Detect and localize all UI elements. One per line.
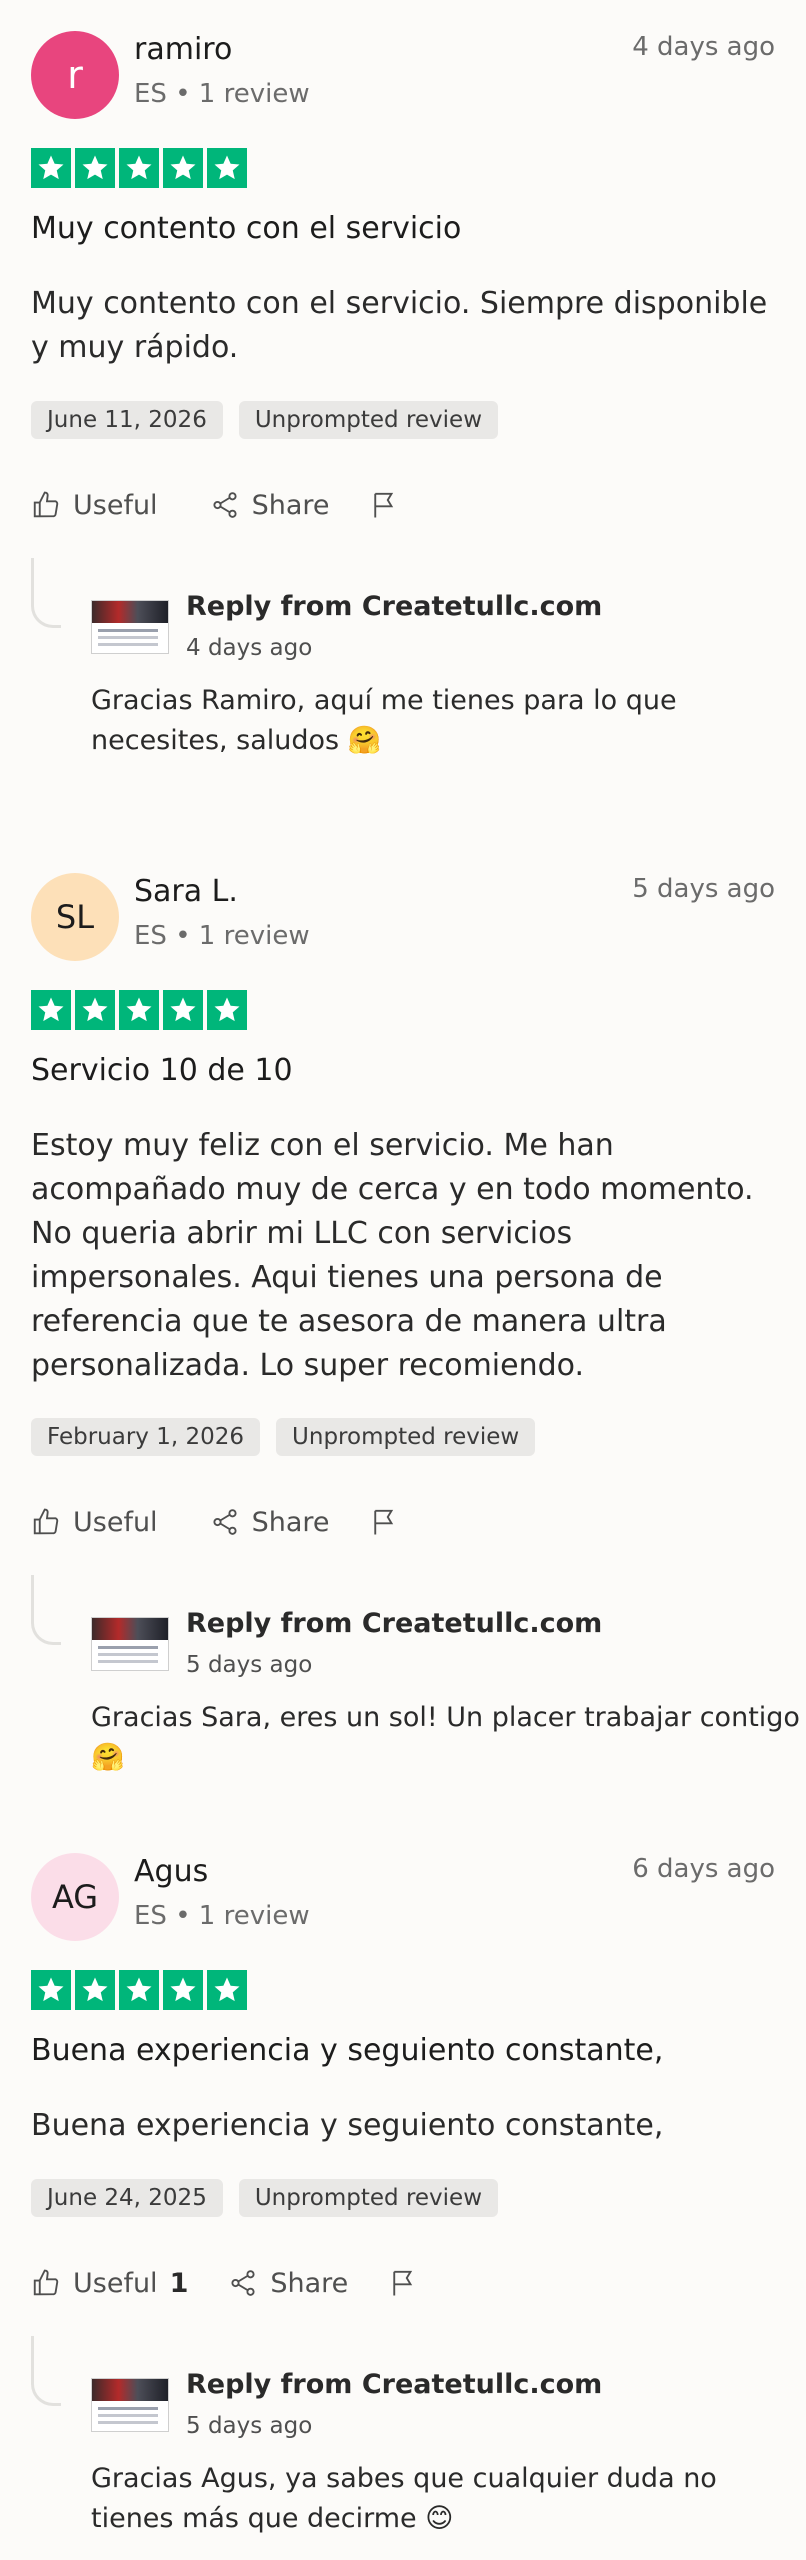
unprompted-badge[interactable]: Unprompted review	[238, 2179, 499, 2217]
share-button[interactable]: Share	[228, 2268, 348, 2299]
share-icon	[213, 492, 237, 518]
share-button[interactable]: Share	[210, 1506, 330, 1538]
flag-icon	[393, 2270, 413, 2296]
company-logo[interactable]	[91, 2378, 169, 2432]
star-icon	[75, 1970, 115, 2010]
useful-count: 1	[169, 2267, 189, 2299]
star-icon	[119, 1970, 159, 2010]
unprompted-badge[interactable]: Unprompted review	[276, 1418, 536, 1456]
flag-icon	[374, 492, 394, 518]
flag-icon	[374, 1509, 394, 1535]
useful-button[interactable]: Useful	[31, 490, 170, 521]
review-time-ago: 4 days ago	[632, 32, 775, 62]
reviewer-name[interactable]: Sara L.	[134, 874, 238, 909]
review-body: Estoy muy feliz con el servicio. Me han …	[31, 1128, 754, 1383]
report-button[interactable]	[388, 2268, 418, 2298]
avatar[interactable]: SL	[31, 873, 119, 961]
star-icon	[163, 990, 203, 1030]
star-icon	[119, 148, 159, 188]
reply-connector	[31, 558, 61, 628]
reply-connector	[31, 1575, 61, 1645]
star-icon	[75, 148, 115, 188]
thumbs-up-icon	[33, 2269, 59, 2296]
reply-time-ago: 5 days ago	[186, 2413, 313, 2439]
unprompted-badge[interactable]: Unprompted review	[238, 401, 499, 439]
star-rating	[31, 990, 247, 1030]
reply-time-ago: 4 days ago	[186, 635, 313, 661]
reply-from: Reply from Createtullc.com	[186, 2369, 603, 2400]
review-date: June 24, 2025	[31, 2179, 223, 2217]
star-rating	[31, 148, 247, 188]
review-actions: Useful Share	[31, 1502, 399, 1542]
review-tags: June 24, 2025 Unprompted review	[31, 2179, 499, 2217]
useful-label: Useful	[73, 489, 158, 521]
review-body: Buena experiencia y seguiento constante,	[31, 2108, 664, 2143]
star-icon	[119, 990, 159, 1030]
reviewer-name[interactable]: ramiro	[134, 32, 232, 67]
thumbs-up-icon	[33, 1508, 59, 1535]
review-date: February 1, 2026	[31, 1418, 261, 1456]
star-icon	[75, 990, 115, 1030]
avatar[interactable]: AG	[31, 1853, 119, 1941]
reply-connector	[31, 2336, 61, 2406]
review-body: Muy contento con el servicio. Siempre di…	[31, 286, 768, 365]
review-title[interactable]: Muy contento con el servicio	[31, 211, 461, 246]
reply-text: Gracias Agus, ya sabes que cualquier dud…	[91, 2463, 717, 2534]
review-actions: Useful 1 Share	[31, 2263, 418, 2303]
avatar[interactable]: r	[31, 31, 119, 119]
report-button[interactable]	[369, 1507, 399, 1537]
useful-button[interactable]: Useful 1	[31, 2268, 188, 2299]
share-label: Share	[251, 1506, 330, 1538]
star-icon	[207, 148, 247, 188]
review-time-ago: 6 days ago	[632, 1854, 775, 1884]
thumbs-up-icon	[33, 491, 59, 518]
reply-from: Reply from Createtullc.com	[186, 1608, 603, 1639]
star-icon	[31, 990, 71, 1030]
star-icon	[163, 1970, 203, 2010]
share-icon	[213, 1509, 237, 1535]
report-button[interactable]	[369, 490, 399, 520]
reviewer-name[interactable]: Agus	[134, 1854, 208, 1889]
reply-from: Reply from Createtullc.com	[186, 591, 603, 622]
reply-text: Gracias Ramiro, aquí me tienes para lo q…	[91, 685, 677, 756]
reviewer-meta: ES • 1 review	[134, 79, 310, 109]
company-logo[interactable]	[91, 600, 169, 654]
review-actions: Useful Share	[31, 485, 399, 525]
useful-label: Useful	[73, 2267, 158, 2299]
review-title[interactable]: Servicio 10 de 10	[31, 1053, 293, 1088]
review-tags: June 11, 2026 Unprompted review	[31, 401, 499, 439]
star-icon	[163, 148, 203, 188]
star-rating	[31, 1970, 247, 2010]
reply-time-ago: 5 days ago	[186, 1652, 313, 1678]
star-icon	[207, 1970, 247, 2010]
star-icon	[207, 990, 247, 1030]
share-label: Share	[251, 489, 330, 521]
star-icon	[31, 148, 71, 188]
reviewer-meta: ES • 1 review	[134, 1901, 310, 1931]
company-logo[interactable]	[91, 1617, 169, 1671]
reviewer-meta: ES • 1 review	[134, 921, 310, 951]
review-tags: February 1, 2026 Unprompted review	[31, 1418, 536, 1456]
review-time-ago: 5 days ago	[632, 874, 775, 904]
star-icon	[31, 1970, 71, 2010]
review-title[interactable]: Buena experiencia y seguiento constante,	[31, 2033, 663, 2068]
share-button[interactable]: Share	[210, 489, 330, 521]
share-icon	[231, 2270, 255, 2296]
review-date: June 11, 2026	[31, 401, 223, 439]
reply-text: Gracias Sara, eres un sol! Un placer tra…	[91, 1702, 800, 1773]
useful-label: Useful	[73, 1506, 158, 1538]
useful-button[interactable]: Useful	[31, 1507, 170, 1538]
share-label: Share	[270, 2267, 349, 2299]
